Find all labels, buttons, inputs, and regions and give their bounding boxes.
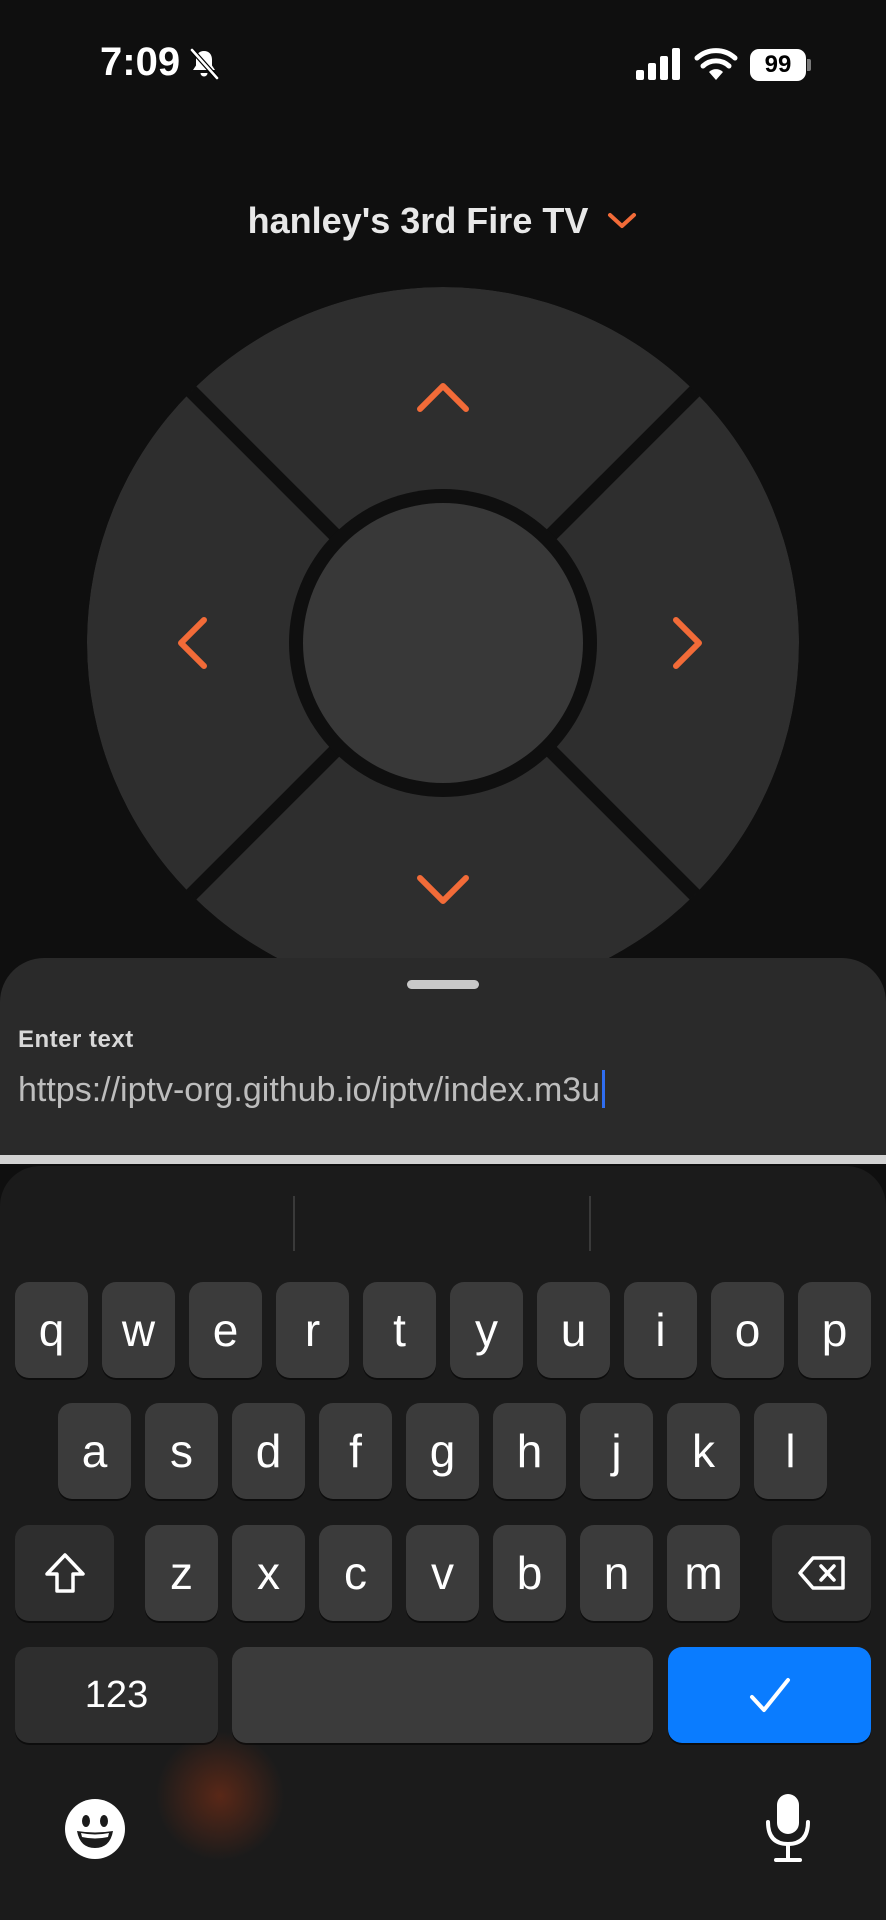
- key-label: j: [611, 1425, 622, 1477]
- space-key[interactable]: [232, 1647, 653, 1743]
- key-a[interactable]: a: [58, 1403, 131, 1499]
- key-o[interactable]: o: [711, 1282, 784, 1378]
- key-n[interactable]: n: [580, 1525, 653, 1621]
- delete-icon: [797, 1556, 845, 1590]
- key-j[interactable]: j: [580, 1403, 653, 1499]
- key-label: f: [349, 1425, 362, 1477]
- key-r[interactable]: r: [276, 1282, 349, 1378]
- shift-key[interactable]: [15, 1525, 114, 1621]
- text-input-value: https://iptv-org.github.io/iptv/index.m3…: [18, 1071, 601, 1109]
- key-label: n: [603, 1547, 630, 1599]
- key-h[interactable]: h: [493, 1403, 566, 1499]
- delete-key[interactable]: [772, 1525, 871, 1621]
- key-z[interactable]: z: [145, 1525, 218, 1621]
- sheet-divider: [0, 1155, 886, 1164]
- dpad-select-button[interactable]: [303, 503, 583, 783]
- key-b[interactable]: b: [493, 1525, 566, 1621]
- suggestion-separator: [293, 1196, 295, 1251]
- text-cursor: [602, 1070, 606, 1108]
- checkmark-icon: [749, 1678, 790, 1712]
- key-label: c: [344, 1547, 367, 1599]
- key-x[interactable]: x: [232, 1525, 305, 1621]
- key-f[interactable]: f: [319, 1403, 392, 1499]
- key-label: g: [429, 1425, 456, 1477]
- suggestion-separator: [589, 1196, 591, 1251]
- key-label: e: [212, 1304, 239, 1356]
- emoji-icon[interactable]: [64, 1798, 126, 1860]
- key-label: a: [81, 1425, 108, 1477]
- key-c[interactable]: c: [319, 1525, 392, 1621]
- key-s[interactable]: s: [145, 1403, 218, 1499]
- key-label: l: [785, 1425, 796, 1477]
- key-label: y: [475, 1304, 498, 1356]
- key-v[interactable]: v: [406, 1525, 479, 1621]
- key-l[interactable]: l: [754, 1403, 827, 1499]
- key-label: z: [170, 1547, 193, 1599]
- sheet-drag-handle[interactable]: [407, 980, 479, 989]
- key-label: k: [692, 1425, 715, 1477]
- text-entry-sheet: Enter text https://iptv-org.github.io/ip…: [0, 958, 886, 1158]
- key-k[interactable]: k: [667, 1403, 740, 1499]
- key-p[interactable]: p: [798, 1282, 871, 1378]
- key-label: s: [170, 1425, 193, 1477]
- key-t[interactable]: t: [363, 1282, 436, 1378]
- microphone-icon[interactable]: [760, 1792, 816, 1864]
- done-key[interactable]: [668, 1647, 871, 1743]
- text-input-field[interactable]: https://iptv-org.github.io/iptv/index.m3…: [18, 1070, 868, 1120]
- key-label: x: [257, 1547, 280, 1599]
- enter-text-label: Enter text: [18, 1026, 134, 1053]
- key-label: h: [516, 1425, 543, 1477]
- key-m[interactable]: m: [667, 1525, 740, 1621]
- numbers-key-label: 123: [84, 1673, 149, 1716]
- key-w[interactable]: w: [102, 1282, 175, 1378]
- keyboard-glow: [150, 1726, 290, 1866]
- key-u[interactable]: u: [537, 1282, 610, 1378]
- key-e[interactable]: e: [189, 1282, 262, 1378]
- key-label: t: [393, 1304, 406, 1356]
- key-g[interactable]: g: [406, 1403, 479, 1499]
- key-label: p: [821, 1304, 848, 1356]
- key-label: q: [38, 1304, 65, 1356]
- key-label: b: [516, 1547, 543, 1599]
- key-label: v: [431, 1547, 454, 1599]
- key-q[interactable]: q: [15, 1282, 88, 1378]
- key-label: w: [121, 1304, 156, 1356]
- key-i[interactable]: i: [624, 1282, 697, 1378]
- shift-icon: [44, 1553, 85, 1593]
- key-label: u: [560, 1304, 587, 1356]
- keyboard: q w e r t y u i o p a s d f g h j k l z x c v b n m 123: [0, 1166, 886, 1920]
- key-d[interactable]: d: [232, 1403, 305, 1499]
- key-label: o: [734, 1304, 761, 1356]
- key-label: d: [255, 1425, 282, 1477]
- key-label: i: [655, 1304, 666, 1356]
- key-label: r: [304, 1304, 321, 1356]
- key-label: m: [684, 1547, 723, 1599]
- key-y[interactable]: y: [450, 1282, 523, 1378]
- dpad: [87, 287, 799, 980]
- numbers-key[interactable]: 123: [15, 1647, 218, 1743]
